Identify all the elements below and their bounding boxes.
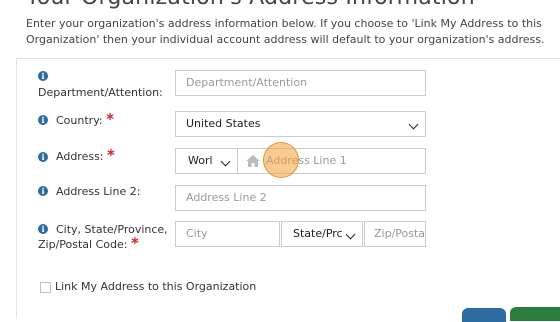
address-type-value: Worl bbox=[188, 154, 213, 167]
page-title: Your Organization's Address Information bbox=[26, 0, 475, 10]
required-asterisk: * bbox=[106, 110, 114, 128]
required-asterisk: * bbox=[107, 146, 115, 164]
info-icon[interactable]: i bbox=[38, 71, 48, 81]
country-select-value: United States bbox=[186, 117, 261, 130]
zip-input[interactable]: Zip/Posta bbox=[364, 221, 426, 247]
chevron-down-icon bbox=[408, 119, 419, 130]
home-icon bbox=[246, 155, 260, 167]
link-address-label[interactable]: Link My Address to this Organization bbox=[55, 279, 256, 294]
link-address-checkbox[interactable] bbox=[40, 282, 51, 293]
address-label-text: Address: bbox=[56, 150, 104, 163]
zip-label-text: Zip/Postal Code: bbox=[38, 238, 128, 251]
city-state-label-line1: City, State/Province, bbox=[56, 223, 168, 236]
back-button[interactable] bbox=[462, 308, 506, 322]
chevron-down-icon bbox=[345, 229, 356, 240]
info-icon[interactable]: i bbox=[38, 224, 48, 234]
address-type-select[interactable]: Worl bbox=[175, 148, 238, 174]
info-icon[interactable]: i bbox=[38, 115, 48, 125]
country-label: Country: * bbox=[56, 112, 114, 128]
address-label: Address: * bbox=[56, 148, 115, 164]
state-select-value: State/Prc bbox=[293, 227, 343, 240]
state-select[interactable]: State/Prc bbox=[281, 221, 363, 247]
required-asterisk: * bbox=[130, 234, 139, 252]
continue-button[interactable] bbox=[510, 307, 560, 321]
info-icon[interactable]: i bbox=[38, 152, 48, 162]
country-label-text: Country: bbox=[56, 114, 103, 127]
city-state-label-line2: Zip/Postal Code: * bbox=[38, 236, 139, 252]
click-indicator bbox=[263, 142, 299, 178]
info-icon[interactable]: i bbox=[38, 186, 48, 196]
chevron-down-icon bbox=[220, 156, 231, 167]
address-line2-input[interactable]: Address Line 2 bbox=[175, 185, 426, 211]
intro-text: Enter your organization's address inform… bbox=[26, 17, 545, 46]
address-line2-label: Address Line 2: bbox=[56, 185, 141, 198]
department-input[interactable]: Department/Attention bbox=[175, 70, 426, 96]
city-input[interactable]: City bbox=[175, 221, 280, 247]
department-label: Department/Attention: bbox=[38, 86, 163, 99]
country-select[interactable]: United States bbox=[175, 111, 426, 137]
